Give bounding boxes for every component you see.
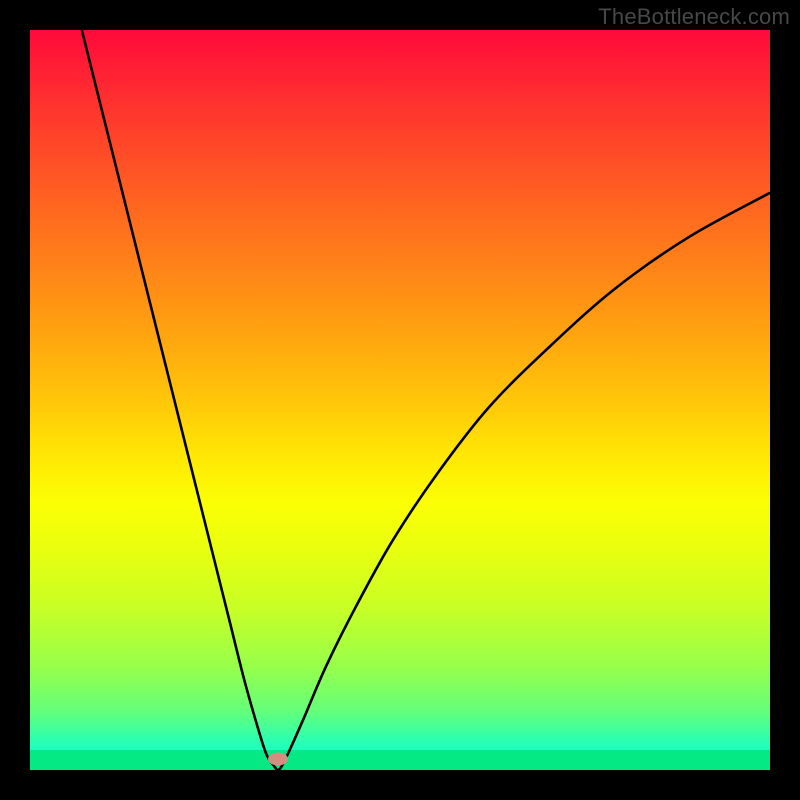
curve-svg bbox=[30, 30, 770, 770]
chart-container: TheBottleneck.com bbox=[0, 0, 800, 800]
plot-area bbox=[30, 30, 770, 770]
optimum-marker bbox=[268, 752, 288, 765]
watermark-text: TheBottleneck.com bbox=[598, 4, 790, 30]
bottleneck-curve bbox=[82, 30, 770, 770]
